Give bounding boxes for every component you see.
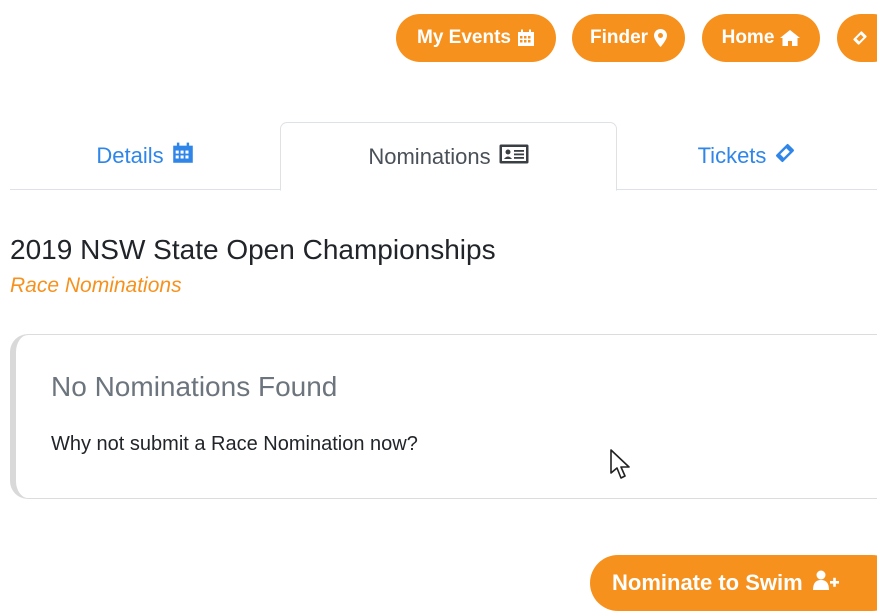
event-tabs: Details Nominations Tickets bbox=[10, 122, 877, 191]
notice-body: Why not submit a Race Nomination now? bbox=[51, 433, 418, 455]
tickets-nav-button[interactable] bbox=[837, 14, 877, 62]
event-subtitle: Race Nominations bbox=[10, 274, 182, 297]
tab-tickets-label: Tickets bbox=[697, 143, 767, 168]
nominate-label: Nominate to Swim bbox=[612, 570, 803, 595]
finder-button[interactable]: Finder bbox=[572, 14, 685, 62]
no-nominations-notice: No Nominations Found Why not submit a Ra… bbox=[10, 334, 877, 499]
id-card-icon bbox=[499, 144, 529, 170]
ticket-icon bbox=[774, 142, 796, 170]
user-plus-icon bbox=[812, 570, 839, 596]
tab-tickets[interactable]: Tickets bbox=[617, 122, 877, 190]
calendar-icon bbox=[172, 142, 194, 170]
home-button[interactable]: Home bbox=[702, 14, 820, 62]
tab-details[interactable]: Details bbox=[10, 122, 280, 190]
tab-nominations[interactable]: Nominations bbox=[280, 122, 617, 191]
nominate-to-swim-button[interactable]: Nominate to Swim bbox=[590, 555, 877, 611]
ticket-icon bbox=[851, 29, 869, 47]
map-marker-icon bbox=[654, 29, 668, 47]
home-label: Home bbox=[721, 27, 775, 48]
mouse-cursor-icon bbox=[610, 449, 632, 486]
tab-details-label: Details bbox=[96, 143, 164, 168]
top-navigation: My Events Finder Home bbox=[0, 14, 877, 62]
calendar-icon bbox=[517, 29, 535, 47]
notice-heading: No Nominations Found bbox=[51, 371, 338, 402]
my-events-label: My Events bbox=[417, 27, 511, 48]
event-title: 2019 NSW State Open Championships bbox=[10, 234, 496, 265]
home-icon bbox=[780, 30, 801, 46]
my-events-button[interactable]: My Events bbox=[396, 14, 556, 62]
finder-label: Finder bbox=[589, 27, 649, 48]
tab-nominations-label: Nominations bbox=[368, 143, 491, 169]
